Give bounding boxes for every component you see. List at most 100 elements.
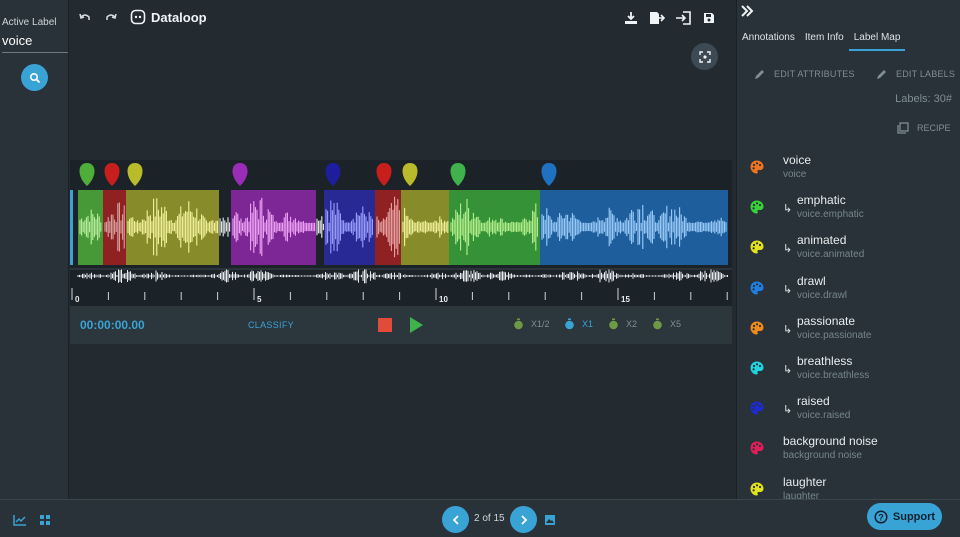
speed-label: X5 xyxy=(670,319,682,329)
edit-attributes-label: EDIT ATTRIBUTES xyxy=(774,69,855,79)
label-path: voice.drawl xyxy=(797,289,848,301)
label-path: voice.emphatic xyxy=(797,209,864,221)
double-chevron-right-icon xyxy=(741,5,754,17)
support-button[interactable]: ? Support xyxy=(867,503,942,530)
undo-icon xyxy=(79,13,90,20)
recipe-button[interactable]: RECIPE xyxy=(897,122,951,134)
annotation-marker-pin xyxy=(127,163,143,186)
export-button[interactable] xyxy=(648,9,666,27)
palette-icon xyxy=(750,321,764,335)
collapse-panel-button[interactable] xyxy=(739,3,755,24)
logo-text: Dataloop xyxy=(151,9,207,25)
search-button[interactable] xyxy=(21,64,48,91)
label-path: voice.breathless xyxy=(797,369,870,381)
active-label-value[interactable]: voice xyxy=(2,33,32,48)
pencil-icon xyxy=(755,70,764,79)
analytics-button[interactable] xyxy=(13,513,27,531)
speed-label: X2 xyxy=(626,319,638,329)
classify-button[interactable]: CLASSIFY xyxy=(248,320,294,330)
image-view-button[interactable] xyxy=(544,513,556,531)
stop-button[interactable] xyxy=(378,318,392,332)
import-icon xyxy=(676,11,691,25)
palette-icon xyxy=(750,441,764,455)
tab-annotations[interactable]: Annotations xyxy=(737,30,800,51)
edit-labels-button[interactable]: EDIT LABELS xyxy=(876,68,955,80)
previous-item-button[interactable] xyxy=(442,506,469,533)
palette-icon xyxy=(750,160,764,174)
sub-label-arrow-icon: ↳ xyxy=(783,243,793,256)
label-name: animated xyxy=(797,233,847,248)
label-item[interactable]: ↳ emphatic voice.emphatic xyxy=(737,192,960,232)
download-icon xyxy=(625,12,637,24)
label-item[interactable]: background noise background noise xyxy=(737,433,960,473)
timeline-tick-label: 5 xyxy=(257,295,262,304)
speed-x2-button[interactable]: X2 xyxy=(608,318,637,330)
palette-icon xyxy=(750,361,764,375)
palette-icon xyxy=(750,200,764,214)
recipe-icon xyxy=(897,122,909,134)
stopwatch-icon xyxy=(653,318,662,330)
next-item-button[interactable] xyxy=(510,506,537,533)
sub-label-arrow-icon: ↳ xyxy=(783,283,793,296)
save-button[interactable] xyxy=(700,9,718,27)
label-item[interactable]: ↳ drawl voice.drawl xyxy=(737,273,960,313)
tab-label-map[interactable]: Label Map xyxy=(848,30,906,51)
timeline-tick-label: 15 xyxy=(621,295,630,304)
label-path: background noise xyxy=(783,450,862,462)
playhead xyxy=(70,190,73,265)
label-name: voice xyxy=(783,153,812,167)
label-name: laughter xyxy=(783,474,827,489)
timeline-tick-label: 0 xyxy=(75,295,80,304)
help-circle-icon: ? xyxy=(874,509,888,524)
redo-button[interactable] xyxy=(102,9,120,27)
bottom-bar: 2 of 15 ? Support xyxy=(0,499,960,537)
focus-view-button[interactable] xyxy=(691,43,718,70)
overview-waveform xyxy=(77,268,728,284)
label-item[interactable]: ↳ passionate voice.passionate xyxy=(737,313,960,353)
palette-icon xyxy=(750,401,764,415)
label-name: passionate xyxy=(797,313,856,328)
undo-button[interactable] xyxy=(76,9,94,27)
label-item[interactable]: ↳ raised voice.raised xyxy=(737,393,960,433)
annotation-marker-pin xyxy=(402,163,418,186)
stopwatch-icon xyxy=(514,318,523,330)
download-button[interactable] xyxy=(622,9,640,27)
annotation-marker-pin xyxy=(104,163,120,186)
support-label: Support xyxy=(892,510,936,523)
palette-icon xyxy=(750,482,764,495)
playback-controls: 00:00:00.00 CLASSIFY X1/2 X1 X2 X5 xyxy=(70,306,732,344)
label-item[interactable]: ↳ breathless voice.breathless xyxy=(737,353,960,393)
annotation-marker-pin xyxy=(450,163,466,186)
annotation-marker-pin xyxy=(376,163,392,186)
label-path: voice.raised xyxy=(797,410,851,422)
audio-waveform[interactable]: 0 5 10 15 xyxy=(70,160,732,306)
apps-button[interactable] xyxy=(39,513,51,531)
image-icon xyxy=(545,515,555,525)
tab-item-info[interactable]: Item Info xyxy=(800,30,849,51)
save-icon xyxy=(704,13,714,23)
active-label-underline xyxy=(2,52,68,53)
label-path: voice.animated xyxy=(797,249,865,261)
edit-labels-label: EDIT LABELS xyxy=(896,69,956,79)
speed-x1-2-button[interactable]: X1/2 xyxy=(513,318,550,330)
right-panel: Annotations Item Info Label Map EDIT ATT… xyxy=(736,0,960,499)
timeline-tick-label: 10 xyxy=(439,295,448,304)
stopwatch-icon xyxy=(609,318,618,330)
label-name: background noise xyxy=(783,434,878,449)
label-item[interactable]: laughter laughter xyxy=(737,474,960,500)
edit-attributes-button[interactable]: EDIT ATTRIBUTES xyxy=(754,68,855,80)
dataloop-logo-icon xyxy=(130,9,146,25)
label-item[interactable]: ↳ animated voice.animated xyxy=(737,232,960,272)
speed-x5-button[interactable]: X5 xyxy=(652,318,681,330)
left-panel: Active Label voice xyxy=(0,0,69,499)
active-label-title: Active Label xyxy=(2,17,57,28)
palette-icon xyxy=(750,281,764,295)
label-path: laughter xyxy=(783,490,820,500)
chart-line-icon xyxy=(13,515,26,526)
import-button[interactable] xyxy=(674,9,692,27)
play-button[interactable] xyxy=(410,317,423,333)
speed-x1-button[interactable]: X1 xyxy=(564,318,593,330)
label-item[interactable]: voice voice xyxy=(737,152,960,192)
export-file-icon xyxy=(650,12,665,24)
redo-icon xyxy=(106,13,117,20)
